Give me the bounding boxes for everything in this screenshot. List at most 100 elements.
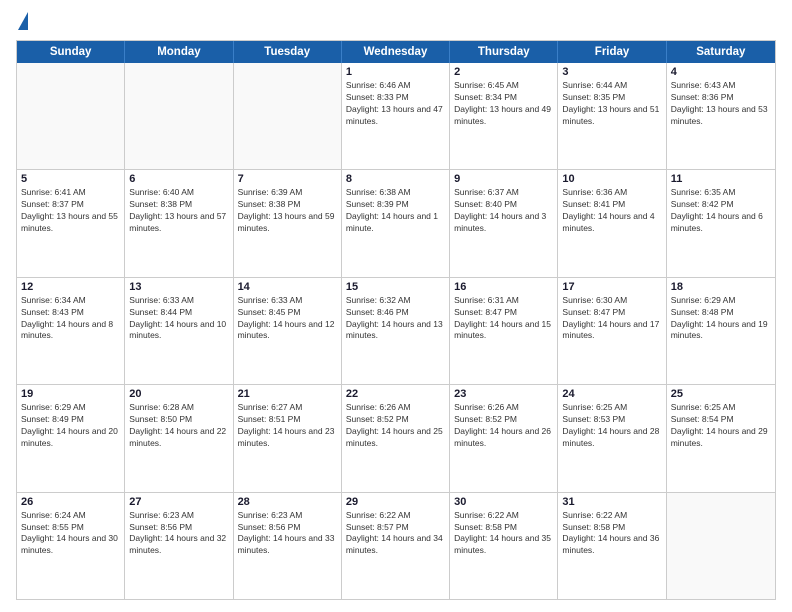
cell-sun-info: Sunrise: 6:26 AM Sunset: 8:52 PM Dayligh… <box>346 402 445 450</box>
day-number: 15 <box>346 281 445 293</box>
day-number: 26 <box>21 496 120 508</box>
page: SundayMondayTuesdayWednesdayThursdayFrid… <box>0 0 792 612</box>
day-number: 28 <box>238 496 337 508</box>
cell-sun-info: Sunrise: 6:26 AM Sunset: 8:52 PM Dayligh… <box>454 402 553 450</box>
calendar-row-0: 1 Sunrise: 6:46 AM Sunset: 8:33 PM Daylig… <box>17 63 775 169</box>
day-number: 20 <box>129 388 228 400</box>
day-number: 30 <box>454 496 553 508</box>
day-number: 16 <box>454 281 553 293</box>
calendar-cell: 27 Sunrise: 6:23 AM Sunset: 8:56 PM Dayli… <box>125 493 233 599</box>
cell-sun-info: Sunrise: 6:25 AM Sunset: 8:53 PM Dayligh… <box>562 402 661 450</box>
header-day-monday: Monday <box>125 41 233 63</box>
cell-sun-info: Sunrise: 6:29 AM Sunset: 8:48 PM Dayligh… <box>671 295 771 343</box>
calendar-row-1: 5 Sunrise: 6:41 AM Sunset: 8:37 PM Daylig… <box>17 169 775 276</box>
day-number: 3 <box>562 66 661 78</box>
cell-sun-info: Sunrise: 6:34 AM Sunset: 8:43 PM Dayligh… <box>21 295 120 343</box>
calendar-cell: 15 Sunrise: 6:32 AM Sunset: 8:46 PM Dayli… <box>342 278 450 384</box>
day-number: 21 <box>238 388 337 400</box>
calendar-cell: 20 Sunrise: 6:28 AM Sunset: 8:50 PM Dayli… <box>125 385 233 491</box>
cell-sun-info: Sunrise: 6:27 AM Sunset: 8:51 PM Dayligh… <box>238 402 337 450</box>
calendar-cell: 2 Sunrise: 6:45 AM Sunset: 8:34 PM Daylig… <box>450 63 558 169</box>
day-number: 18 <box>671 281 771 293</box>
day-number: 8 <box>346 173 445 185</box>
calendar-header: SundayMondayTuesdayWednesdayThursdayFrid… <box>17 41 775 63</box>
calendar-cell: 9 Sunrise: 6:37 AM Sunset: 8:40 PM Daylig… <box>450 170 558 276</box>
cell-sun-info: Sunrise: 6:22 AM Sunset: 8:57 PM Dayligh… <box>346 510 445 558</box>
day-number: 25 <box>671 388 771 400</box>
calendar-cell: 23 Sunrise: 6:26 AM Sunset: 8:52 PM Dayli… <box>450 385 558 491</box>
calendar-row-2: 12 Sunrise: 6:34 AM Sunset: 8:43 PM Dayli… <box>17 277 775 384</box>
cell-sun-info: Sunrise: 6:30 AM Sunset: 8:47 PM Dayligh… <box>562 295 661 343</box>
day-number: 12 <box>21 281 120 293</box>
cell-sun-info: Sunrise: 6:23 AM Sunset: 8:56 PM Dayligh… <box>129 510 228 558</box>
calendar-cell <box>125 63 233 169</box>
calendar-cell: 8 Sunrise: 6:38 AM Sunset: 8:39 PM Daylig… <box>342 170 450 276</box>
cell-sun-info: Sunrise: 6:33 AM Sunset: 8:45 PM Dayligh… <box>238 295 337 343</box>
cell-sun-info: Sunrise: 6:32 AM Sunset: 8:46 PM Dayligh… <box>346 295 445 343</box>
header-day-saturday: Saturday <box>667 41 775 63</box>
calendar-cell: 1 Sunrise: 6:46 AM Sunset: 8:33 PM Daylig… <box>342 63 450 169</box>
calendar-cell <box>234 63 342 169</box>
day-number: 24 <box>562 388 661 400</box>
day-number: 6 <box>129 173 228 185</box>
day-number: 2 <box>454 66 553 78</box>
calendar-cell: 21 Sunrise: 6:27 AM Sunset: 8:51 PM Dayli… <box>234 385 342 491</box>
day-number: 17 <box>562 281 661 293</box>
calendar-cell: 7 Sunrise: 6:39 AM Sunset: 8:38 PM Daylig… <box>234 170 342 276</box>
cell-sun-info: Sunrise: 6:44 AM Sunset: 8:35 PM Dayligh… <box>562 80 661 128</box>
calendar-cell: 29 Sunrise: 6:22 AM Sunset: 8:57 PM Dayli… <box>342 493 450 599</box>
header-day-tuesday: Tuesday <box>234 41 342 63</box>
day-number: 29 <box>346 496 445 508</box>
header-day-thursday: Thursday <box>450 41 558 63</box>
cell-sun-info: Sunrise: 6:39 AM Sunset: 8:38 PM Dayligh… <box>238 187 337 235</box>
calendar-cell: 24 Sunrise: 6:25 AM Sunset: 8:53 PM Dayli… <box>558 385 666 491</box>
calendar-cell: 18 Sunrise: 6:29 AM Sunset: 8:48 PM Dayli… <box>667 278 775 384</box>
calendar-cell: 25Sunrise: 6:25 AM Sunset: 8:54 PM Dayli… <box>667 385 775 491</box>
header-day-sunday: Sunday <box>17 41 125 63</box>
calendar-cell: 17 Sunrise: 6:30 AM Sunset: 8:47 PM Dayli… <box>558 278 666 384</box>
cell-sun-info: Sunrise: 6:43 AM Sunset: 8:36 PM Dayligh… <box>671 80 771 128</box>
calendar-cell <box>17 63 125 169</box>
day-number: 4 <box>671 66 771 78</box>
header <box>16 12 776 32</box>
calendar-cell: 19Sunrise: 6:29 AM Sunset: 8:49 PM Dayli… <box>17 385 125 491</box>
calendar-cell: 26 Sunrise: 6:24 AM Sunset: 8:55 PM Dayli… <box>17 493 125 599</box>
calendar-cell: 6 Sunrise: 6:40 AM Sunset: 8:38 PM Daylig… <box>125 170 233 276</box>
day-number: 27 <box>129 496 228 508</box>
cell-sun-info: Sunrise: 6:24 AM Sunset: 8:55 PM Dayligh… <box>21 510 120 558</box>
calendar-row-4: 26 Sunrise: 6:24 AM Sunset: 8:55 PM Dayli… <box>17 492 775 599</box>
cell-sun-info: Sunrise: 6:23 AM Sunset: 8:56 PM Dayligh… <box>238 510 337 558</box>
header-day-friday: Friday <box>558 41 666 63</box>
calendar-cell: 5 Sunrise: 6:41 AM Sunset: 8:37 PM Daylig… <box>17 170 125 276</box>
calendar-row-3: 19Sunrise: 6:29 AM Sunset: 8:49 PM Dayli… <box>17 384 775 491</box>
header-day-wednesday: Wednesday <box>342 41 450 63</box>
cell-sun-info: Sunrise: 6:29 AM Sunset: 8:49 PM Dayligh… <box>21 402 120 450</box>
cell-sun-info: Sunrise: 6:46 AM Sunset: 8:33 PM Dayligh… <box>346 80 445 128</box>
day-number: 23 <box>454 388 553 400</box>
cell-sun-info: Sunrise: 6:41 AM Sunset: 8:37 PM Dayligh… <box>21 187 120 235</box>
cell-sun-info: Sunrise: 6:45 AM Sunset: 8:34 PM Dayligh… <box>454 80 553 128</box>
calendar-cell <box>667 493 775 599</box>
day-number: 1 <box>346 66 445 78</box>
cell-sun-info: Sunrise: 6:28 AM Sunset: 8:50 PM Dayligh… <box>129 402 228 450</box>
day-number: 11 <box>671 173 771 185</box>
day-number: 9 <box>454 173 553 185</box>
calendar-cell: 13 Sunrise: 6:33 AM Sunset: 8:44 PM Dayli… <box>125 278 233 384</box>
cell-sun-info: Sunrise: 6:33 AM Sunset: 8:44 PM Dayligh… <box>129 295 228 343</box>
day-number: 10 <box>562 173 661 185</box>
cell-sun-info: Sunrise: 6:40 AM Sunset: 8:38 PM Dayligh… <box>129 187 228 235</box>
calendar: SundayMondayTuesdayWednesdayThursdayFrid… <box>16 40 776 600</box>
calendar-cell: 16Sunrise: 6:31 AM Sunset: 8:47 PM Dayli… <box>450 278 558 384</box>
calendar-cell: 28 Sunrise: 6:23 AM Sunset: 8:56 PM Dayli… <box>234 493 342 599</box>
day-number: 14 <box>238 281 337 293</box>
day-number: 5 <box>21 173 120 185</box>
day-number: 31 <box>562 496 661 508</box>
calendar-cell: 12 Sunrise: 6:34 AM Sunset: 8:43 PM Dayli… <box>17 278 125 384</box>
cell-sun-info: Sunrise: 6:22 AM Sunset: 8:58 PM Dayligh… <box>454 510 553 558</box>
cell-sun-info: Sunrise: 6:37 AM Sunset: 8:40 PM Dayligh… <box>454 187 553 235</box>
day-number: 13 <box>129 281 228 293</box>
calendar-cell: 14 Sunrise: 6:33 AM Sunset: 8:45 PM Dayli… <box>234 278 342 384</box>
day-number: 7 <box>238 173 337 185</box>
calendar-cell: 31Sunrise: 6:22 AM Sunset: 8:58 PM Dayli… <box>558 493 666 599</box>
cell-sun-info: Sunrise: 6:38 AM Sunset: 8:39 PM Dayligh… <box>346 187 445 235</box>
